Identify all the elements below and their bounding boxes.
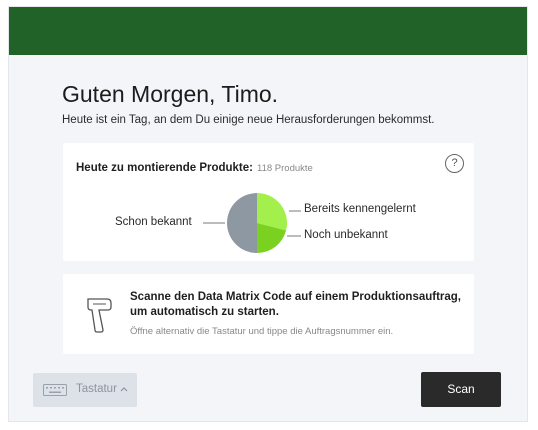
scan-instruction-title: Scanne den Data Matrix Code auf einem Pr… bbox=[130, 291, 462, 318]
greeting-subtitle: Heute ist ein Tag, an dem Du einige neue… bbox=[62, 114, 435, 126]
greeting-title: Guten Morgen, Timo. bbox=[62, 81, 279, 107]
header-bar bbox=[9, 7, 527, 55]
products-card: Heute zu montierende Produkte: 118 Produ… bbox=[63, 143, 474, 261]
barcode-scanner-icon bbox=[87, 298, 112, 333]
chevron-up-icon bbox=[120, 387, 128, 392]
keyboard-icon bbox=[43, 384, 67, 396]
legend-label-known: Schon bekannt bbox=[115, 216, 192, 228]
products-pie-chart bbox=[203, 193, 301, 253]
scan-instruction-card: Scanne den Data Matrix Code auf einem Pr… bbox=[63, 274, 474, 354]
keyboard-label: Tastatur bbox=[76, 383, 117, 395]
scan-button[interactable]: Scan bbox=[421, 372, 501, 407]
keyboard-toggle-button[interactable]: Tastatur bbox=[33, 373, 137, 407]
pie-slice-known bbox=[227, 193, 257, 253]
app-window: Guten Morgen, Timo. Heute ist ein Tag, a… bbox=[9, 7, 527, 421]
legend-label-learned: Bereits kennengelernt bbox=[304, 203, 416, 215]
legend-label-unknown: Noch unbekannt bbox=[304, 229, 388, 241]
scan-instruction-hint: Öffne alternativ die Tastatur und tippe … bbox=[130, 326, 394, 337]
